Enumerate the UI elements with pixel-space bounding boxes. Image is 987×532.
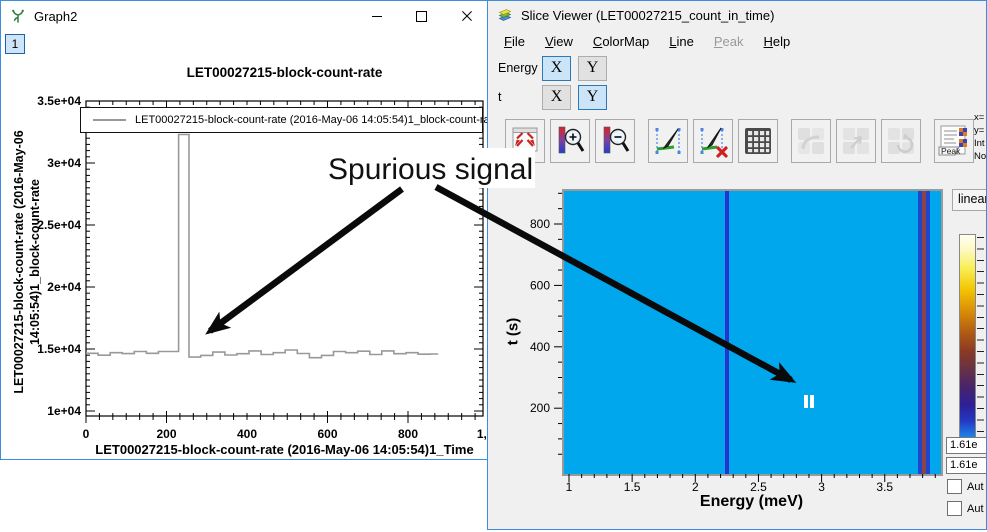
energy-tick-label: 1.5 <box>624 480 641 494</box>
peaks-button-label: Peak <box>941 146 961 156</box>
screen: Graph2 1 LET00027215-block-count-rate 02… <box>0 0 987 532</box>
energy-tick-label: 3.5 <box>876 480 893 494</box>
dim-t-x-button[interactable]: X <box>542 85 571 110</box>
dimension-label: Energy <box>498 61 542 75</box>
readout-line-3: No <box>974 150 986 163</box>
color-min-input[interactable]: 1.61e <box>946 457 987 474</box>
rebin-apply-button <box>836 119 876 163</box>
dim-t-y-button[interactable]: Y <box>578 85 607 110</box>
x-tick-label: 600 <box>317 427 337 441</box>
dimension-label: t <box>498 90 542 104</box>
clear-line-button[interactable] <box>693 119 733 163</box>
dimension-row-Energy: EnergyXY <box>498 56 614 80</box>
cursor-readout: x=y=IntNo <box>974 111 986 163</box>
autoscale-max-checkbox[interactable] <box>947 479 962 494</box>
scale-type-select[interactable]: linear <box>952 189 987 211</box>
line-mode-button[interactable] <box>648 119 688 163</box>
peaks-overlay-button[interactable]: Peak <box>934 119 974 163</box>
dimension-row-t: tXY <box>498 85 614 109</box>
colorbar[interactable] <box>959 234 976 444</box>
menu-view[interactable]: View <box>535 31 583 52</box>
autoscale-max-label: Aut <box>967 481 984 493</box>
detector-line <box>922 191 926 474</box>
t-axis-title: t (s) <box>505 272 522 392</box>
autoscale-min-row: Aut <box>947 501 984 516</box>
slice-viewer-titlebar[interactable]: Slice Viewer (LET00027215_count_in_time) <box>488 1 986 29</box>
reset-view-button[interactable] <box>505 119 545 163</box>
readout-line-0: x= <box>974 111 986 124</box>
legend-line-sample <box>93 119 126 121</box>
energy-tick-label: 2.5 <box>750 480 767 494</box>
x-tick-label: 200 <box>156 427 176 441</box>
dim-Energy-x-button[interactable]: X <box>542 56 571 81</box>
y-tick-label: 3.5e+04 <box>37 94 81 108</box>
y-tick-label: 1e+04 <box>47 404 81 418</box>
plot-legend[interactable]: LET00027215-block-count-rate (2016-May-0… <box>80 107 483 133</box>
t-tick-label: 800 <box>530 217 550 231</box>
x-tick-label: 400 <box>237 427 257 441</box>
t-tick-label: 400 <box>530 340 550 354</box>
readout-line-2: Int <box>974 137 986 150</box>
colorbar-ticks <box>977 237 984 442</box>
x-tick-label: 0 <box>83 427 90 441</box>
y-tick-label: 2.5e+04 <box>37 218 81 232</box>
zoom-out-button[interactable] <box>595 119 635 163</box>
dim-Energy-y-button[interactable]: Y <box>578 56 607 81</box>
menu-colormap[interactable]: ColorMap <box>583 31 659 52</box>
spurious-spot-gap <box>808 395 810 408</box>
zoom-in-button[interactable] <box>550 119 590 163</box>
x-tick-label: 800 <box>398 427 418 441</box>
t-tick-label: 600 <box>530 278 550 292</box>
autoscale-max-row: Aut <box>947 479 984 494</box>
detector-line <box>725 191 729 474</box>
y-axis-title: LET00027215-block-count-rate (2016-May-0… <box>11 82 43 442</box>
legend-label: LET00027215-block-count-rate (2016-May-0… <box>135 114 490 126</box>
autoscale-min-label: Aut <box>967 503 984 515</box>
autoscale-min-checkbox[interactable] <box>947 501 962 516</box>
energy-tick-label: 1 <box>566 480 573 494</box>
energy-tick-label: 3 <box>818 480 825 494</box>
color-max-input[interactable]: 1.61e <box>946 437 987 454</box>
menubar: FileViewColorMapLinePeakHelp <box>488 29 986 53</box>
rebin-refresh-button <box>881 119 921 163</box>
menu-line[interactable]: Line <box>659 31 704 52</box>
rebin-mode-button <box>791 119 831 163</box>
graph2-window: Graph2 1 LET00027215-block-count-rate 02… <box>0 0 490 460</box>
y-tick-label: 2e+04 <box>47 280 81 294</box>
menu-file[interactable]: File <box>494 31 535 52</box>
menu-peak: Peak <box>704 31 754 52</box>
count-rate-curve <box>86 135 438 358</box>
menu-help[interactable]: Help <box>754 31 801 52</box>
slice-plot[interactable] <box>562 189 943 476</box>
snap-to-grid-button[interactable] <box>738 119 778 163</box>
window-title: Slice Viewer (LET00027215_count_in_time) <box>521 8 774 23</box>
spurious-spot <box>804 395 814 408</box>
y-tick-label: 3e+04 <box>47 156 81 170</box>
energy-tick-label: 2 <box>692 480 699 494</box>
y-tick-label: 1.5e+04 <box>37 342 81 356</box>
energy-axis-title: Energy (meV) <box>564 493 939 511</box>
readout-line-1: y= <box>974 124 986 137</box>
toolbar: Peak <box>505 119 979 163</box>
x-axis-title: LET00027215-block-count-rate (2016-May-0… <box>86 442 483 460</box>
line-plot-canvas[interactable]: 02004006008001,003.5e+043e+042.5e+042e+0… <box>1 1 490 460</box>
slice-viewer-window: Slice Viewer (LET00027215_count_in_time)… <box>487 0 987 530</box>
t-tick-label: 200 <box>530 401 550 415</box>
slice-viewer-icon <box>497 7 513 23</box>
